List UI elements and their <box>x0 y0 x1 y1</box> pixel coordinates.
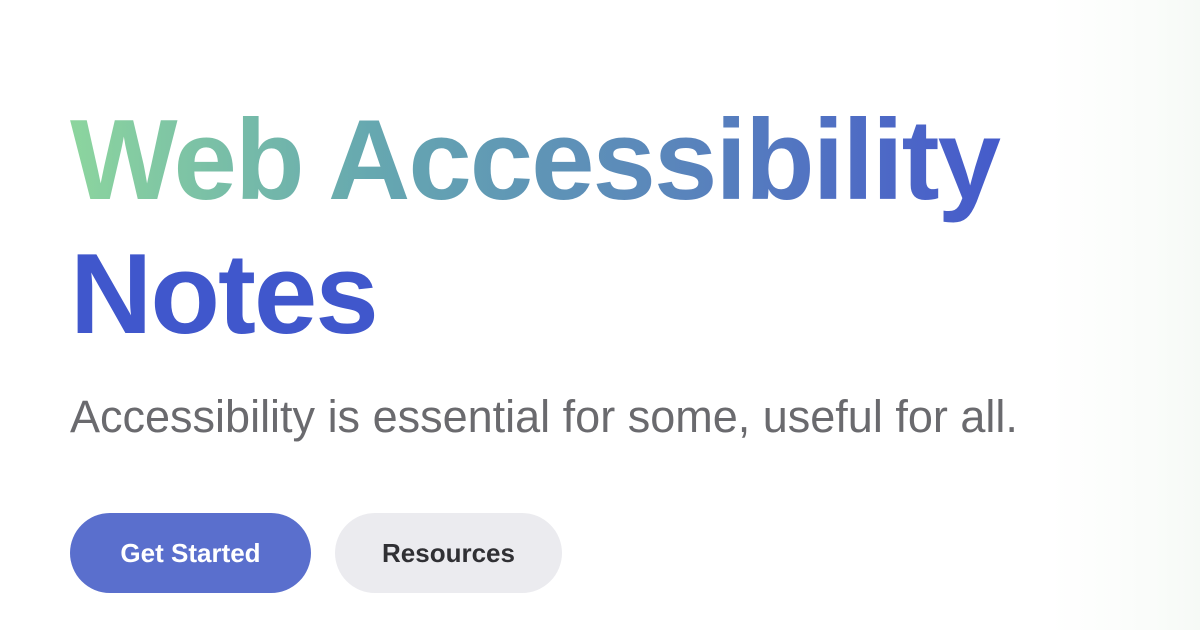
page-title-line-1: Web Accessibility <box>70 94 1200 228</box>
resources-button[interactable]: Resources <box>335 513 562 593</box>
hero-actions: Get Started Resources <box>70 513 1200 593</box>
tagline: Accessibility is essential for some, use… <box>70 391 1018 442</box>
hero-section: Web Accessibility Notes Accessibility is… <box>0 0 1200 630</box>
page-title-line-2: Notes <box>70 231 379 358</box>
get-started-button[interactable]: Get Started <box>70 513 311 593</box>
